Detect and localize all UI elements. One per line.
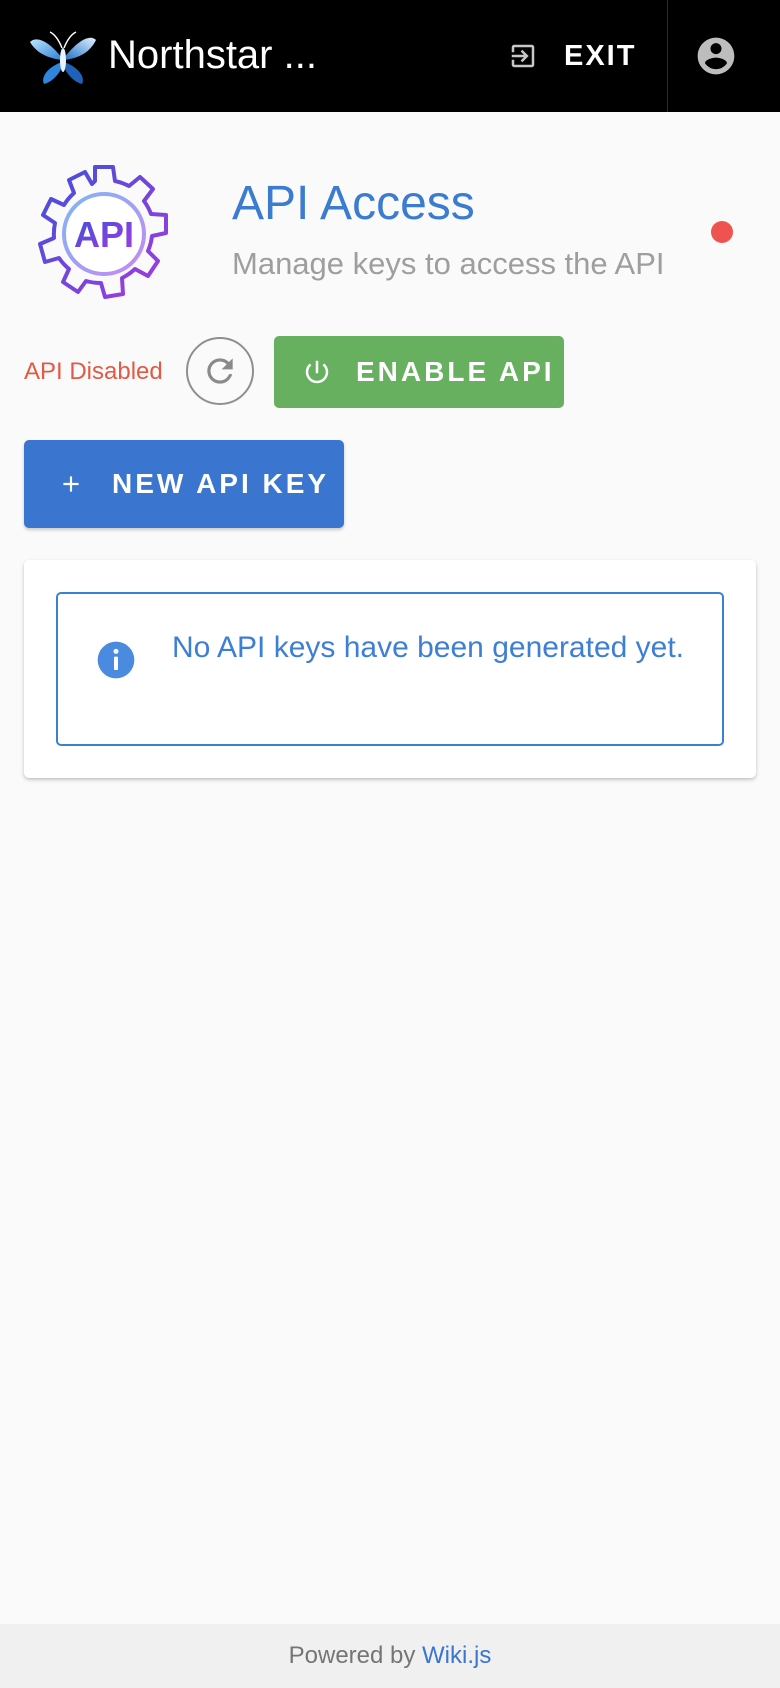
- footer-prefix: Powered by: [288, 1642, 423, 1669]
- api-status-label: API Disabled: [24, 358, 163, 385]
- enable-api-label: ENABLE API: [356, 356, 555, 387]
- refresh-button[interactable]: [186, 337, 254, 405]
- api-gear-icon-text: API: [74, 214, 134, 255]
- enable-api-button[interactable]: ENABLE API: [274, 336, 564, 408]
- info-alert-message: No API keys have been generated yet.: [172, 631, 685, 664]
- wikijs-logo-icon: [30, 31, 96, 84]
- site-title: Northstar ...: [108, 32, 317, 77]
- page-subtitle: Manage keys to access the API: [232, 246, 665, 281]
- status-dot: [711, 221, 733, 243]
- wikijs-link[interactable]: Wiki.js: [422, 1642, 491, 1669]
- power-icon: [305, 360, 329, 384]
- exit-label: EXIT: [564, 39, 637, 72]
- new-api-key-label: NEW API KEY: [112, 468, 330, 499]
- api-gear-icon: API: [38, 165, 168, 299]
- refresh-icon: [207, 358, 233, 384]
- account-circle-icon[interactable]: [694, 34, 738, 78]
- brand[interactable]: Northstar ...: [28, 22, 317, 88]
- topbar-divider: [667, 0, 668, 112]
- api-keys-card: No API keys have been generated yet.: [24, 560, 756, 778]
- info-icon: [97, 641, 135, 679]
- plus-icon: [63, 476, 79, 492]
- footer: Powered by Wiki.js: [0, 1624, 780, 1688]
- new-api-key-button[interactable]: NEW API KEY: [24, 440, 344, 528]
- info-alert: No API keys have been generated yet.: [56, 592, 724, 746]
- exit-to-app-icon: [511, 44, 535, 68]
- exit-button[interactable]: EXIT: [508, 30, 636, 82]
- page-title: API Access: [232, 177, 475, 230]
- top-app-bar: Northstar ... EXIT: [0, 0, 780, 112]
